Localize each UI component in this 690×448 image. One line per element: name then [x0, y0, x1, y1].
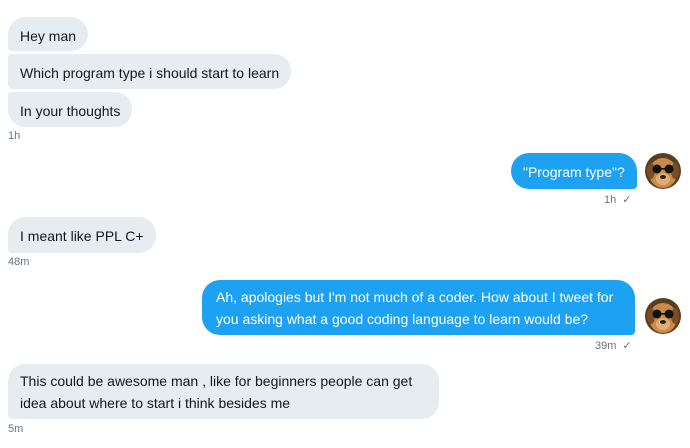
check-icon: ✓	[622, 194, 632, 206]
message-timestamp: 5m	[8, 423, 24, 435]
message-timestamp: 1h	[8, 130, 21, 142]
message-thread: Hey man Which program type i should star…	[0, 0, 690, 448]
check-icon: ✓	[622, 340, 632, 352]
received-message[interactable]: Hey man	[8, 17, 89, 51]
received-message[interactable]: I meant like PPL C+	[8, 217, 156, 253]
dog-avatar-icon	[645, 298, 681, 334]
user-avatar[interactable]	[645, 153, 681, 189]
received-message[interactable]: This could be awesome man , like for beg…	[8, 364, 439, 419]
message-timestamp: 48m	[8, 256, 30, 268]
user-avatar[interactable]	[645, 298, 681, 334]
sent-message[interactable]: "Program type"?	[511, 153, 637, 189]
received-message[interactable]: Which program type i should start to lea…	[8, 54, 292, 89]
message-status: 1h ✓	[604, 194, 631, 206]
dog-avatar-icon	[645, 153, 681, 189]
received-message[interactable]: In your thoughts	[8, 92, 133, 127]
sent-message[interactable]: Ah, apologies but I'm not much of a code…	[202, 280, 635, 335]
message-status: 39m ✓	[595, 340, 632, 352]
message-timestamp: 39m	[595, 340, 617, 352]
message-timestamp: 1h	[604, 194, 617, 206]
